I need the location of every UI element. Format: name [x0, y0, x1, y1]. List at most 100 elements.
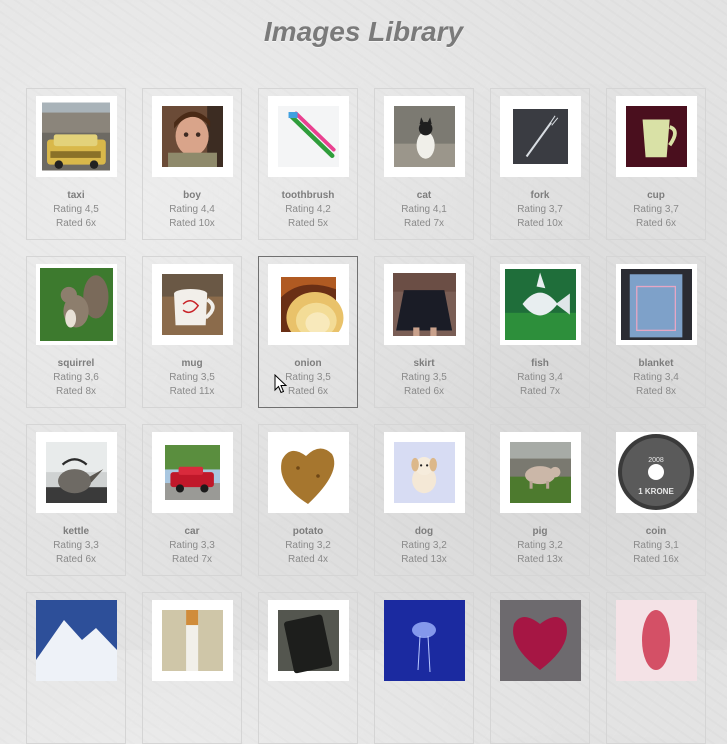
image-rated-count: Rated 13x [517, 554, 563, 565]
image-rating: Rating 3,5 [169, 372, 215, 383]
potato-photo-thumbnail[interactable] [268, 432, 349, 513]
blurred-red-photo [616, 600, 697, 681]
image-card-coin[interactable]: 2008 1 KRONE coin Rating 3,1 Rated 16x [606, 424, 706, 576]
image-card-item-24[interactable] [606, 592, 706, 744]
cup-photo [626, 106, 687, 167]
image-name: blanket [638, 358, 674, 369]
toothbrush-photo-thumbnail[interactable] [268, 96, 349, 177]
fork-photo [513, 109, 568, 164]
image-rated-count: Rated 6x [635, 218, 677, 229]
image-grid: taxi Rating 4,5 Rated 6x boy Rating 4,4 Rated… [0, 0, 727, 744]
blurred-red-photo-thumbnail[interactable] [616, 600, 697, 681]
image-rated-count: Rated 8x [55, 386, 97, 397]
image-name: kettle [62, 526, 90, 537]
dog-photo-thumbnail[interactable] [384, 432, 465, 513]
fish-photo-thumbnail[interactable] [500, 264, 581, 345]
blanket-photo-thumbnail[interactable] [616, 264, 697, 345]
image-card-item-19[interactable] [26, 592, 126, 744]
mountain-photo-thumbnail[interactable] [36, 600, 117, 681]
kettle-photo [46, 442, 107, 503]
cigarette-photo-thumbnail[interactable] [152, 600, 233, 681]
heart-photo [500, 600, 581, 681]
squirrel-photo-thumbnail[interactable] [36, 264, 117, 345]
coin-photo: 2008 1 KRONE [616, 432, 697, 513]
image-card-item-21[interactable] [258, 592, 358, 744]
image-rated-count: Rated 4x [287, 554, 329, 565]
toothbrush-photo [278, 106, 339, 167]
image-name: skirt [413, 358, 435, 369]
image-card-toothbrush[interactable]: toothbrush Rating 4,2 Rated 5x [258, 88, 358, 240]
image-rated-count: Rated 6x [55, 218, 97, 229]
skirt-photo-thumbnail[interactable] [384, 264, 465, 345]
cat-photo-thumbnail[interactable] [384, 96, 465, 177]
fork-photo-thumbnail[interactable] [500, 96, 581, 177]
image-rating: Rating 4,5 [53, 204, 99, 215]
image-rating: Rating 4,2 [285, 204, 331, 215]
cat-photo [394, 106, 455, 167]
image-card-car[interactable]: car Rating 3,3 Rated 7x [142, 424, 242, 576]
onion-photo-thumbnail[interactable] [268, 264, 349, 345]
coin-photo-thumbnail[interactable]: 2008 1 KRONE [616, 432, 697, 513]
image-card-pig[interactable]: pig Rating 3,2 Rated 13x [490, 424, 590, 576]
phone-photo-thumbnail[interactable] [268, 600, 349, 681]
image-card-item-23[interactable] [490, 592, 590, 744]
image-rated-count: Rated 7x [519, 386, 561, 397]
image-name: cat [416, 190, 432, 201]
potato-photo [268, 432, 349, 513]
svg-text:2008: 2008 [648, 457, 664, 464]
mug-photo-thumbnail[interactable] [152, 264, 233, 345]
cup-photo-thumbnail[interactable] [616, 96, 697, 177]
image-card-cup[interactable]: cup Rating 3,7 Rated 6x [606, 88, 706, 240]
image-name: onion [294, 358, 322, 369]
image-rating: Rating 4,1 [401, 204, 447, 215]
image-card-potato[interactable]: potato Rating 3,2 Rated 4x [258, 424, 358, 576]
fish-photo [505, 269, 576, 340]
pig-photo-thumbnail[interactable] [500, 432, 581, 513]
kettle-photo-thumbnail[interactable] [36, 432, 117, 513]
image-name: fork [530, 190, 550, 201]
image-card-taxi[interactable]: taxi Rating 4,5 Rated 6x [26, 88, 126, 240]
mountain-photo [36, 600, 117, 681]
image-rated-count: Rated 10x [517, 218, 563, 229]
image-card-fish[interactable]: fish Rating 3,4 Rated 7x [490, 256, 590, 408]
mug-photo [162, 274, 223, 335]
image-card-kettle[interactable]: kettle Rating 3,3 Rated 6x [26, 424, 126, 576]
image-rated-count: Rated 10x [169, 218, 215, 229]
image-rated-count: Rated 6x [55, 554, 97, 565]
image-card-blanket[interactable]: blanket Rating 3,4 Rated 8x [606, 256, 706, 408]
car-photo [165, 445, 220, 500]
image-card-dog[interactable]: dog Rating 3,2 Rated 13x [374, 424, 474, 576]
jellyfish-photo-thumbnail[interactable] [384, 600, 465, 681]
image-rating: Rating 3,2 [285, 540, 331, 551]
image-card-boy[interactable]: boy Rating 4,4 Rated 10x [142, 88, 242, 240]
image-card-squirrel[interactable]: squirrel Rating 3,6 Rated 8x [26, 256, 126, 408]
image-name: pig [532, 526, 548, 537]
image-name: coin [645, 526, 667, 537]
image-rated-count: Rated 6x [403, 386, 445, 397]
image-card-onion[interactable]: onion Rating 3,5 Rated 6x [258, 256, 358, 408]
boy-photo-thumbnail[interactable] [152, 96, 233, 177]
image-rating: Rating 3,5 [401, 372, 447, 383]
image-rating: Rating 3,4 [517, 372, 563, 383]
image-card-item-22[interactable] [374, 592, 474, 744]
image-card-skirt[interactable]: skirt Rating 3,5 Rated 6x [374, 256, 474, 408]
image-name: dog [414, 526, 434, 537]
image-rating: Rating 3,2 [517, 540, 563, 551]
pig-photo [510, 442, 571, 503]
image-card-item-20[interactable] [142, 592, 242, 744]
image-rating: Rating 3,1 [633, 540, 679, 551]
skirt-photo [393, 273, 456, 336]
taxi-photo-thumbnail[interactable] [36, 96, 117, 177]
car-photo-thumbnail[interactable] [152, 432, 233, 513]
image-card-fork[interactable]: fork Rating 3,7 Rated 10x [490, 88, 590, 240]
image-name: car [184, 526, 200, 537]
image-rated-count: Rated 5x [287, 218, 329, 229]
image-rating: Rating 3,6 [53, 372, 99, 383]
squirrel-photo [40, 268, 113, 341]
image-card-mug[interactable]: mug Rating 3,5 Rated 11x [142, 256, 242, 408]
image-rating: Rating 3,7 [633, 204, 679, 215]
image-rating: Rating 3,3 [53, 540, 99, 551]
image-card-cat[interactable]: cat Rating 4,1 Rated 7x [374, 88, 474, 240]
heart-photo-thumbnail[interactable] [500, 600, 581, 681]
image-rating: Rating 3,7 [517, 204, 563, 215]
